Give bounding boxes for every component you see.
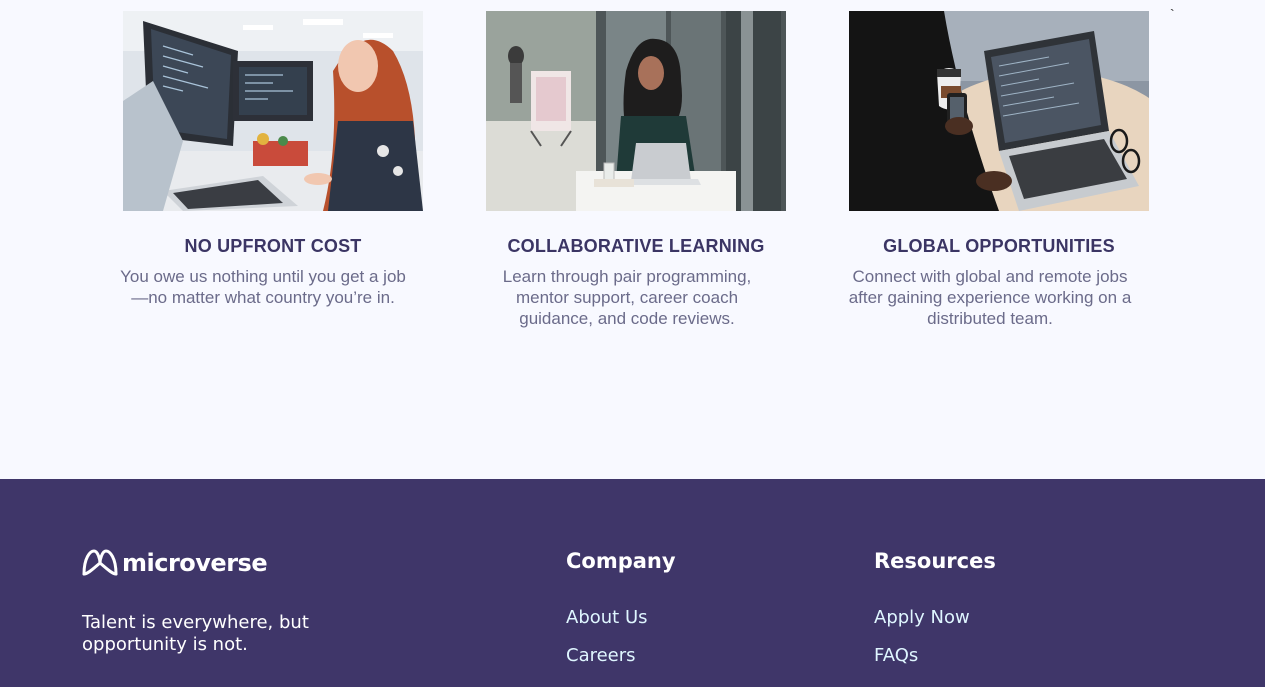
footer-link-faqs[interactable]: FAQs	[874, 645, 996, 683]
feature-image-office	[123, 11, 423, 211]
footer-column-title: Resources	[874, 549, 996, 573]
feature-card-collaborative-learning: COLLABORATIVE LEARNING Learn through pai…	[486, 11, 786, 329]
laptop-and-phone-on-table-photo	[849, 11, 1149, 211]
footer-link-careers[interactable]: Careers	[566, 645, 676, 683]
woman-laptop-cafe-photo	[486, 11, 786, 211]
footer-tagline: Talent is everywhere, but opportunity is…	[82, 612, 309, 655]
feature-title: NO UPFRONT COST	[184, 236, 362, 256]
site-footer: microverse Talent is everywhere, but opp…	[0, 479, 1265, 687]
feature-description: Connect with global and remote jobs afte…	[848, 267, 1132, 328]
feature-title: GLOBAL OPPORTUNITIES	[883, 236, 1115, 256]
feature-description: You owe us nothing until you get a job—n…	[120, 267, 406, 307]
feature-card-no-upfront-cost: NO UPFRONT COST You owe us nothing until…	[120, 11, 423, 308]
footer-logo[interactable]: microverse	[82, 548, 268, 578]
footer-column-resources: Resources Apply Now FAQs	[874, 549, 996, 683]
feature-image-cafe	[486, 11, 786, 211]
feature-description: Learn through pair programming, mentor s…	[502, 267, 752, 328]
features-section: NO UPFRONT COST You owe us nothing until…	[0, 0, 1265, 479]
footer-link-list: About Us Careers	[566, 607, 676, 683]
footer-link-apply-now[interactable]: Apply Now	[874, 607, 996, 645]
feature-card-global-opportunities: GLOBAL OPPORTUNITIES Connect with global…	[849, 11, 1149, 329]
woman-at-desktop-monitors-photo	[123, 11, 423, 211]
feature-image-laptop-table	[849, 11, 1149, 211]
footer-link-about-us[interactable]: About Us	[566, 607, 676, 645]
footer-column-title: Company	[566, 549, 676, 573]
feature-title: COLLABORATIVE LEARNING	[507, 236, 765, 256]
footer-column-company: Company About Us Careers	[566, 549, 676, 683]
logo-wordmark: microverse	[122, 549, 268, 577]
footer-link-list: Apply Now FAQs	[874, 607, 996, 683]
microverse-logo-icon	[82, 549, 118, 576]
stray-backtick-mark: `	[1170, 6, 1175, 22]
